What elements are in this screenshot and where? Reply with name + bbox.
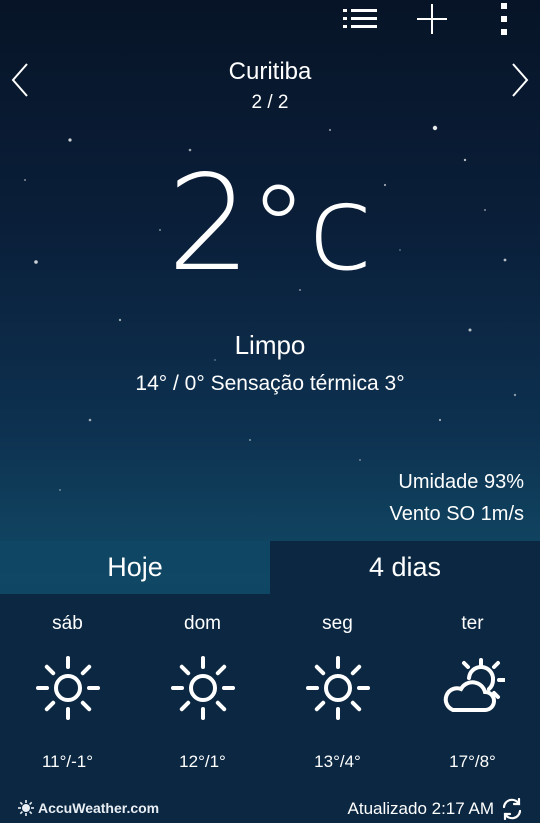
range-and-feels-like: 14° / 0° Sensação térmica 3° [0, 372, 540, 396]
forecast-tabs: Hoje 4 dias [0, 541, 540, 594]
sun-icon [36, 656, 100, 720]
day-name: ter [461, 613, 484, 634]
footer: AccuWeather.com Atualizado 2:17 AM [0, 794, 540, 823]
forecast-day[interactable]: dom 12°/1° [135, 594, 270, 794]
forecast-day[interactable]: ter 17°/8° [405, 594, 540, 794]
wind: Vento SO 1m/s [389, 503, 524, 525]
forecast-day[interactable]: sáb 11°/-1° [0, 594, 135, 794]
weather-condition: Limpo [234, 330, 306, 360]
brand-text: AccuWeather.com [38, 800, 160, 816]
page-indicator: 2 / 2 [251, 92, 289, 113]
updated-text: Atualizado 2:17 AM [347, 799, 494, 818]
temperature-unit: °c [249, 159, 373, 297]
sun-icon [306, 656, 370, 720]
last-updated: Atualizado 2:17 AM [348, 798, 524, 820]
day-name: sáb [52, 613, 83, 634]
accuweather-logo-icon [18, 800, 34, 816]
accuweather-link[interactable]: AccuWeather.com [18, 800, 159, 816]
current-temperature: 2°c [0, 158, 540, 290]
top-toolbar [0, 0, 540, 40]
day-name: seg [322, 613, 353, 634]
list-icon[interactable] [340, 2, 380, 36]
day-temperatures: 17°/8° [449, 752, 496, 771]
humidity: Umidade 93% [398, 471, 524, 493]
forecast-panel: sáb 11°/-1° dom 12°/1° seg 13°/4° ter 17… [0, 594, 540, 794]
temperature-range: 14° / 0° [135, 372, 205, 395]
refresh-icon[interactable] [500, 798, 524, 820]
day-name: dom [184, 613, 221, 634]
day-temperatures: 11°/-1° [41, 752, 94, 771]
day-temperatures: 13°/4° [314, 752, 361, 771]
temperature-value: 2 [167, 147, 251, 301]
more-vert-icon[interactable] [484, 2, 524, 36]
city-name: Curitiba [228, 58, 312, 85]
plus-icon[interactable] [412, 2, 452, 36]
partly-cloudy-icon [443, 658, 505, 712]
sun-icon [171, 656, 235, 720]
tab-hoje[interactable]: Hoje [0, 541, 270, 594]
tab-4-dias[interactable]: 4 dias [270, 541, 540, 594]
weather-details: Umidade 93% Vento SO 1m/s [389, 466, 524, 530]
day-temperatures: 12°/1° [179, 752, 226, 771]
feels-like: Sensação térmica 3° [210, 372, 405, 395]
forecast-day[interactable]: seg 13°/4° [270, 594, 405, 794]
